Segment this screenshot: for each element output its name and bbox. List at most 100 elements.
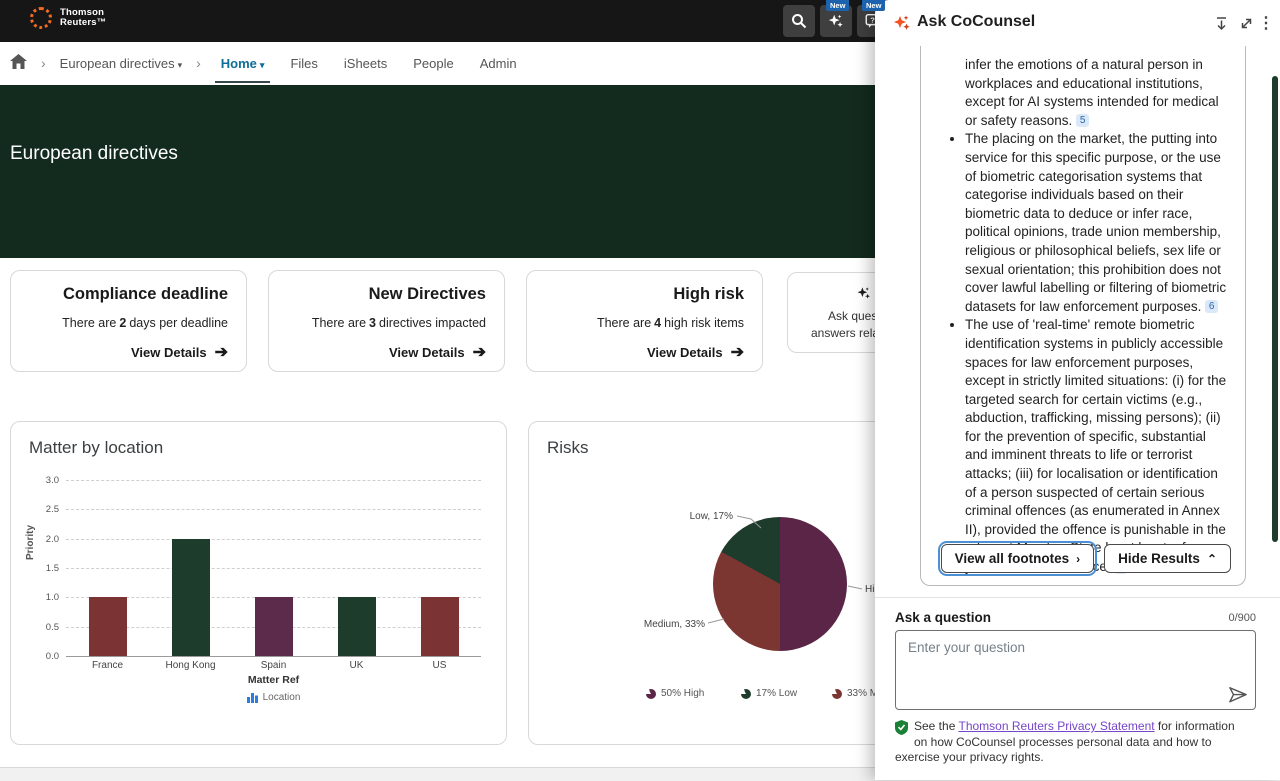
cocounsel-sparkles-icon [892, 13, 912, 33]
footnote-badge[interactable]: 5 [1076, 114, 1089, 127]
pie-legend-low: 17% Low [741, 688, 797, 699]
footnote-badge[interactable]: 6 [1205, 300, 1218, 313]
gridline [66, 568, 481, 569]
result-bullet-list: The placing on the market, the putting i… [935, 130, 1231, 576]
pie-legend-swatch [646, 689, 656, 699]
result-bullet: The placing on the market, the putting i… [965, 130, 1231, 316]
card-high-risk: High risk There are4high risk items View… [526, 270, 763, 372]
gridline [66, 539, 481, 540]
bar-plot: Priority Matter Ref Location 0.00.51.01.… [11, 422, 508, 746]
tab-people[interactable]: People [407, 56, 459, 71]
panel-header: Ask CoCounsel ⋮ [875, 0, 1280, 45]
x-tick-label: France [68, 660, 148, 671]
card-title: Compliance deadline [29, 285, 228, 304]
bar-spain [255, 597, 293, 656]
card-subtitle: There are2days per deadline [29, 316, 228, 330]
tab-files[interactable]: Files [284, 56, 323, 71]
pie-legend-swatch [832, 689, 842, 699]
privacy-statement-link[interactable]: Thomson Reuters Privacy Statement [959, 719, 1155, 733]
active-tab-underline [215, 81, 271, 83]
character-counter: 0/900 [1228, 612, 1256, 624]
panel-title: Ask CoCounsel [917, 13, 1035, 31]
card-new-directives: New Directives There are3directives impa… [268, 270, 505, 372]
chart-title: Risks [547, 438, 589, 458]
card-subtitle: There are4high risk items [545, 316, 744, 330]
gridline [66, 656, 481, 657]
expand-panel-button[interactable] [1236, 13, 1256, 33]
pie [713, 517, 847, 651]
hide-results-button[interactable]: Hide Results⌃ [1104, 544, 1231, 573]
sparkles-icon [856, 285, 872, 301]
pie-legend-swatch [741, 689, 751, 699]
card-title: New Directives [287, 285, 486, 304]
download-icon [1214, 16, 1229, 31]
panel-scrollbar-thumb[interactable] [1272, 76, 1278, 542]
ai-new-badge: New [826, 0, 849, 11]
pie-callout-low: Low, 17% [690, 511, 733, 522]
card-title: High risk [545, 285, 744, 304]
question-input[interactable] [895, 630, 1256, 710]
results-container: infer the emotions of a natural person i… [920, 46, 1246, 586]
bar-hong-kong [172, 539, 210, 656]
arrow-right-icon: ➔ [473, 342, 486, 362]
caret-down-icon: ▾ [260, 60, 265, 70]
gridline [66, 509, 481, 510]
chevron-right-icon: › [1076, 552, 1080, 566]
panel-divider [875, 597, 1280, 598]
thomson-reuters-logo[interactable]: Thomson Reuters™ [30, 7, 106, 29]
bar-france [89, 597, 127, 656]
y-tick-label: 0.5 [29, 622, 59, 633]
expand-icon [1239, 16, 1254, 31]
card-compliance-deadline: Compliance deadline There are2days per d… [10, 270, 247, 372]
x-tick-label: UK [317, 660, 397, 671]
breadcrumb-separator: › [196, 55, 201, 71]
y-tick-label: 2.0 [29, 534, 59, 545]
privacy-note: See the Thomson Reuters Privacy Statemen… [895, 719, 1251, 766]
gridline [66, 480, 481, 481]
bar-us [421, 597, 459, 656]
ai-sparkles-icon [827, 12, 845, 30]
help-new-badge: New [862, 0, 885, 11]
view-details-link[interactable]: View Details➔ [545, 342, 744, 362]
result-bullet: The use of 'real-time' remote biometric … [965, 316, 1231, 576]
breadcrumb-site[interactable]: European directives▾ [60, 56, 182, 71]
legend-label: Location [263, 692, 301, 703]
card-subtitle: There are3directives impacted [287, 316, 486, 330]
y-tick-label: 1.5 [29, 563, 59, 574]
dock-download-button[interactable] [1211, 13, 1231, 33]
y-tick-label: 3.0 [29, 475, 59, 486]
view-details-link[interactable]: View Details➔ [29, 342, 228, 362]
home-breadcrumb-icon[interactable] [10, 54, 27, 72]
x-tick-label: Spain [234, 660, 314, 671]
ask-question-label: Ask a question [895, 610, 991, 625]
x-tick-label: Hong Kong [151, 660, 231, 671]
page-title: European directives [10, 143, 178, 165]
tab-admin[interactable]: Admin [474, 56, 523, 71]
result-closing-paragraph: These prohibitions are set out in Articl… [935, 584, 1231, 586]
matter-by-location-card: Matter by location Priority Matter Ref L… [10, 421, 507, 745]
shield-check-icon [895, 720, 908, 740]
send-icon [1228, 686, 1248, 704]
view-all-footnotes-button[interactable]: View all footnotes› [941, 544, 1095, 573]
y-tick-label: 0.0 [29, 651, 59, 662]
pie-legend-high: 50% High [646, 688, 704, 699]
thomson-reuters-ring-icon [30, 7, 52, 29]
send-button[interactable] [1228, 686, 1250, 706]
x-axis-label: Matter Ref [66, 674, 481, 686]
logo-text: Thomson Reuters™ [60, 8, 106, 29]
y-tick-label: 2.5 [29, 504, 59, 515]
tab-isheets[interactable]: iSheets [338, 56, 393, 71]
caret-down-icon: ▾ [178, 60, 183, 70]
arrow-right-icon: ➔ [215, 342, 228, 362]
bar-legend-icon [247, 692, 258, 703]
view-details-link[interactable]: View Details➔ [287, 342, 486, 362]
arrow-right-icon: ➔ [731, 342, 744, 362]
chevron-up-icon: ⌃ [1207, 552, 1217, 566]
tab-home[interactable]: Home▾ [215, 56, 271, 71]
ask-cocounsel-panel: Ask CoCounsel ⋮ infer the emotions of a … [875, 0, 1280, 780]
y-tick-label: 1.0 [29, 592, 59, 603]
breadcrumb-separator: › [41, 55, 46, 71]
kebab-menu-icon[interactable]: ⋮ [1256, 13, 1276, 33]
bar-chart-legend: Location [66, 692, 481, 703]
search-button[interactable] [783, 5, 815, 37]
